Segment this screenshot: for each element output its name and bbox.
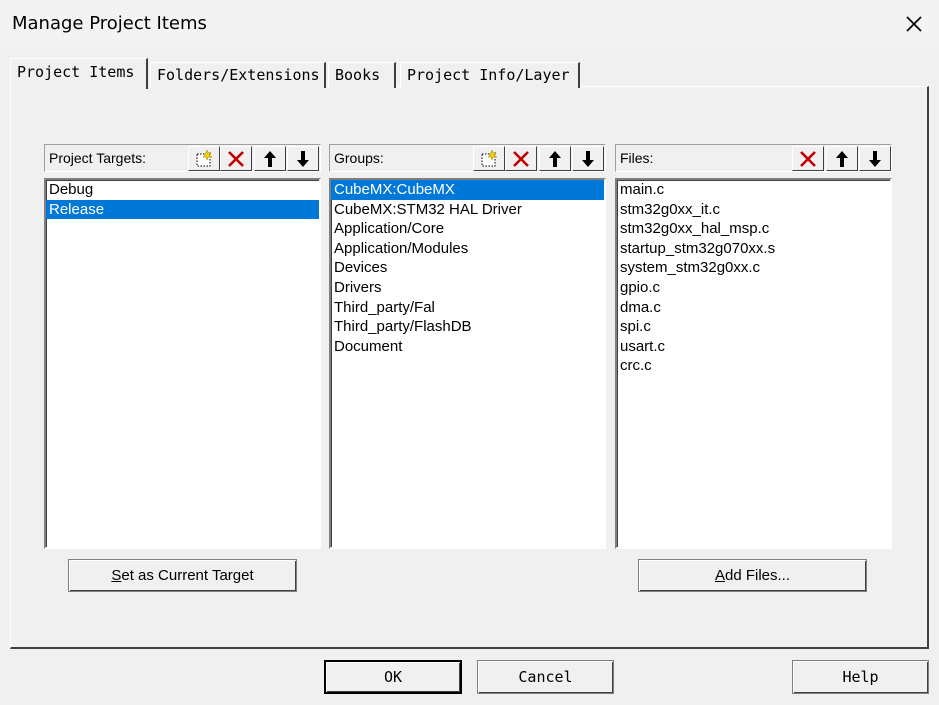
add-files-label: Add Files... xyxy=(714,567,791,584)
tab-project-items[interactable]: Project Items xyxy=(10,58,148,89)
new-item-icon xyxy=(481,148,498,166)
files-listbox[interactable]: main.c stm32g0xx_it.c stm32g0xx_hal_msp.c s… xyxy=(615,178,892,549)
set-current-target-button[interactable]: Set as Current Target xyxy=(68,559,297,592)
move-down-icon xyxy=(869,150,881,167)
group-list-item[interactable]: Third_party/Fal xyxy=(331,298,604,318)
files-header: Files: xyxy=(615,144,892,172)
help-button[interactable]: Help xyxy=(792,660,929,694)
tab-project-info-layer[interactable]: Project Info/Layer xyxy=(400,62,580,88)
move-up-icon xyxy=(836,150,848,167)
delete-group-button[interactable] xyxy=(505,146,537,171)
groups-header: Groups: xyxy=(329,144,606,172)
move-target-up-button[interactable] xyxy=(254,146,286,171)
targets-label: Project Targets: xyxy=(49,150,147,166)
add-files-button[interactable]: Add Files... xyxy=(638,559,867,592)
new-group-button[interactable] xyxy=(473,146,505,171)
target-list-item[interactable]: Release xyxy=(46,199,319,220)
group-list-item[interactable]: Third_party/FlashDB xyxy=(331,317,604,337)
file-list-item[interactable]: spi.c xyxy=(617,317,890,337)
delete-file-button[interactable] xyxy=(792,146,824,171)
tab-folders-extensions[interactable]: Folders/Extensions xyxy=(150,62,326,88)
file-list-item[interactable]: usart.c xyxy=(617,337,890,357)
set-current-target-label: Set as Current Target xyxy=(111,567,254,584)
file-list-item[interactable]: stm32g0xx_it.c xyxy=(617,200,890,220)
delete-icon xyxy=(228,150,244,167)
file-list-item[interactable]: stm32g0xx_hal_msp.c xyxy=(617,219,890,239)
group-list-item[interactable]: Drivers xyxy=(331,278,604,298)
group-list-item[interactable]: CubeMX:STM32 HAL Driver xyxy=(331,200,604,220)
files-label: Files: xyxy=(620,150,654,166)
delete-icon xyxy=(800,150,816,167)
move-target-down-button[interactable] xyxy=(287,146,319,171)
move-group-up-button[interactable] xyxy=(539,146,571,171)
new-item-icon xyxy=(196,148,213,166)
group-list-item[interactable]: Devices xyxy=(331,258,604,278)
cancel-button[interactable]: Cancel xyxy=(477,660,614,694)
file-list-item[interactable]: system_stm32g0xx.c xyxy=(617,258,890,278)
delete-icon xyxy=(513,150,529,167)
move-up-icon xyxy=(549,150,561,167)
group-list-item[interactable]: Document xyxy=(331,337,604,357)
group-list-item[interactable]: Application/Modules xyxy=(331,239,604,259)
move-down-icon xyxy=(297,150,309,167)
targets-listbox[interactable]: Debug Release xyxy=(44,178,321,549)
file-list-item[interactable]: startup_stm32g070xx.s xyxy=(617,239,890,259)
move-file-down-button[interactable] xyxy=(859,146,891,171)
file-list-item[interactable]: crc.c xyxy=(617,356,890,376)
file-list-item[interactable]: dma.c xyxy=(617,298,890,318)
close-icon xyxy=(906,16,922,32)
targets-header: Project Targets: xyxy=(44,144,321,172)
ok-button[interactable]: OK xyxy=(324,660,462,694)
new-target-button[interactable] xyxy=(188,146,220,171)
move-file-up-button[interactable] xyxy=(826,146,858,171)
groups-listbox[interactable]: CubeMX:CubeMX CubeMX:STM32 HAL Driver Appl… xyxy=(329,178,606,549)
move-up-icon xyxy=(264,150,276,167)
file-list-item[interactable]: gpio.c xyxy=(617,278,890,298)
title-bar: Manage Project Items xyxy=(0,0,939,48)
close-button[interactable] xyxy=(892,4,936,44)
tab-books[interactable]: Books xyxy=(328,62,396,88)
file-list-item[interactable]: main.c xyxy=(617,180,890,200)
groups-label: Groups: xyxy=(334,150,384,166)
group-list-item[interactable]: Application/Core xyxy=(331,219,604,239)
window-title: Manage Project Items xyxy=(12,13,207,34)
move-down-icon xyxy=(582,150,594,167)
move-group-down-button[interactable] xyxy=(572,146,604,171)
group-list-item[interactable]: CubeMX:CubeMX xyxy=(331,180,604,200)
delete-target-button[interactable] xyxy=(220,146,252,171)
target-list-item[interactable]: Debug xyxy=(46,180,319,200)
